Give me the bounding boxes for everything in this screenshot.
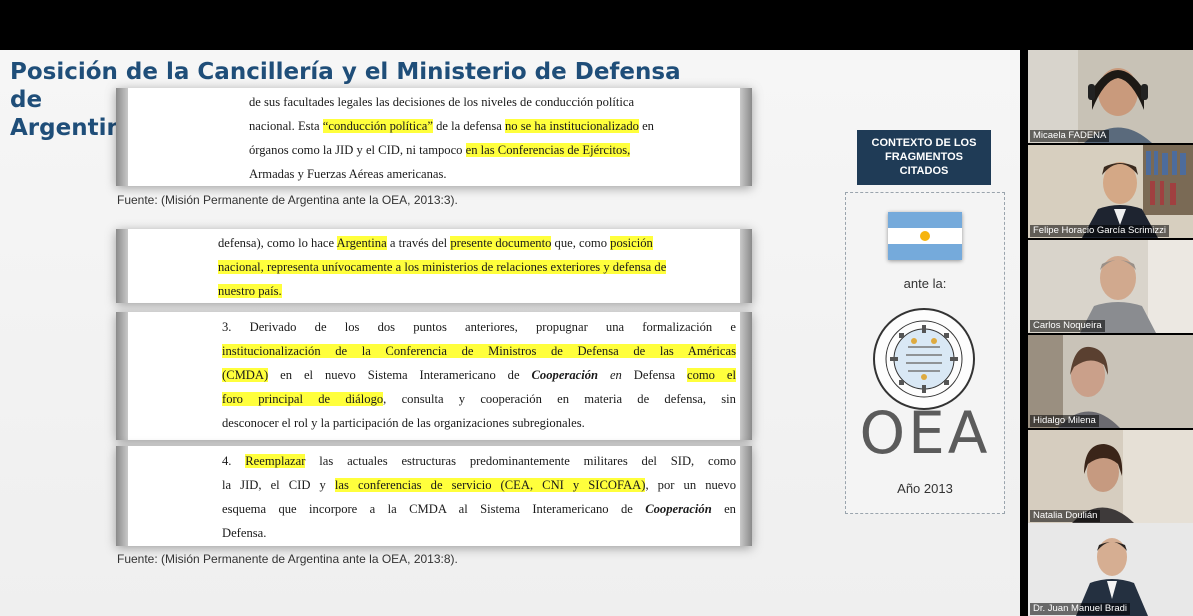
excerpt-line: (CMDA) en el nuevo Sistema Interamerican… — [222, 368, 736, 382]
context-header: CONTEXTO DE LOS FRAGMENTOS CITADOS — [857, 130, 991, 185]
excerpt-line: Defensa. — [222, 526, 267, 540]
year-label: Año 2013 — [897, 481, 953, 496]
ante-label: ante la: — [903, 276, 947, 291]
participant-name: Natalia Doulián — [1030, 510, 1101, 522]
participant-tile[interactable]: Carlos Noqueira — [1028, 240, 1193, 333]
excerpt-line: defensa), como lo hace Argentina a travé… — [218, 236, 653, 250]
oea-wordmark: OEA — [859, 399, 991, 467]
highlighted-text: las conferencias de servicio (CEA, CNI y… — [334, 478, 646, 492]
excerpt-line: 4. Reemplazar las actuales estructuras p… — [222, 454, 737, 468]
excerpt-line: desconocer el rol y la participación de … — [222, 416, 585, 430]
excerpt-line: nacional, representa unívocamente a los … — [218, 255, 752, 279]
participant-name: Felipe Horacio García Scrimizzi — [1030, 225, 1170, 237]
participant-tile[interactable]: Natalia Doulián — [1028, 430, 1193, 523]
participant-tile[interactable]: Hidalgo Milena — [1028, 335, 1193, 428]
participant-name: Micaela FADENA — [1030, 130, 1110, 142]
top-black-bar — [0, 0, 1193, 50]
highlighted-text: “conducción política” — [322, 119, 433, 133]
participant-name: Hidalgo Milena — [1030, 415, 1099, 427]
argentina-flag-icon — [888, 212, 962, 260]
excerpt-line: esquema que incorpore a la CMDA al Siste… — [222, 502, 736, 516]
document-excerpt-3: 3. Derivado de los dos puntos anteriores… — [116, 312, 752, 440]
excerpt-line: nuestro país. — [218, 279, 752, 303]
participant-gallery: Micaela FADENA Felipe Horacio García Scr… — [1028, 50, 1193, 616]
source-citation-2: Fuente: (Misión Permanente de Argentina … — [117, 552, 458, 566]
highlighted-text: posición — [610, 236, 653, 250]
participant-tile[interactable]: Felipe Horacio García Scrimizzi — [1028, 145, 1193, 238]
highlighted-text: foro principal de diálogo — [222, 392, 384, 406]
excerpt-line: nacional. Esta “conducción política” de … — [249, 119, 654, 133]
highlighted-text: no se ha institucionalizado — [504, 119, 639, 133]
document-excerpt-4: 4. Reemplazar las actuales estructuras p… — [116, 446, 752, 546]
participant-name: Carlos Noqueira — [1030, 320, 1105, 332]
excerpt-line: foro principal de diálogo, consulta y co… — [222, 392, 736, 406]
highlighted-text: como el — [686, 368, 736, 382]
excerpt-line: órganos como la JID y el CID, ni tampoco… — [249, 143, 631, 157]
highlighted-text: (CMDA) — [222, 368, 269, 382]
highlighted-text: presente documento — [450, 236, 552, 250]
highlighted-text: Reemplazar — [245, 454, 306, 468]
excerpt-line: 3. Derivado de los dos puntos anteriores… — [222, 320, 736, 334]
document-excerpt-2: defensa), como lo hace Argentina a travé… — [116, 229, 752, 303]
participant-name: Dr. Juan Manuel Bradi — [1030, 603, 1130, 615]
document-excerpt-1: de sus facultades legales las decisiones… — [116, 88, 752, 186]
highlighted-text: nuestro país. — [218, 284, 282, 298]
highlighted-text: Argentina — [336, 236, 387, 250]
highlighted-text: en las Conferencias de Ejércitos, — [465, 143, 631, 157]
highlighted-text: institucionalización de la Conferencia d… — [222, 344, 736, 358]
source-citation-1: Fuente: (Misión Permanente de Argentina … — [117, 193, 458, 207]
participant-tile[interactable]: Micaela FADENA — [1028, 50, 1193, 143]
participant-tile[interactable]: Dr. Juan Manuel Bradi — [1028, 523, 1193, 616]
excerpt-line: de sus facultades legales las decisiones… — [249, 95, 635, 109]
excerpt-line: la JID, el CID y las conferencias de ser… — [222, 478, 736, 492]
excerpt-line: Armadas y Fuerzas Aéreas americanas. — [249, 167, 447, 181]
oas-seal-icon — [873, 308, 975, 410]
highlighted-text: nacional, representa unívocamente a los … — [218, 260, 667, 274]
excerpt-line: institucionalización de la Conferencia d… — [222, 339, 736, 363]
